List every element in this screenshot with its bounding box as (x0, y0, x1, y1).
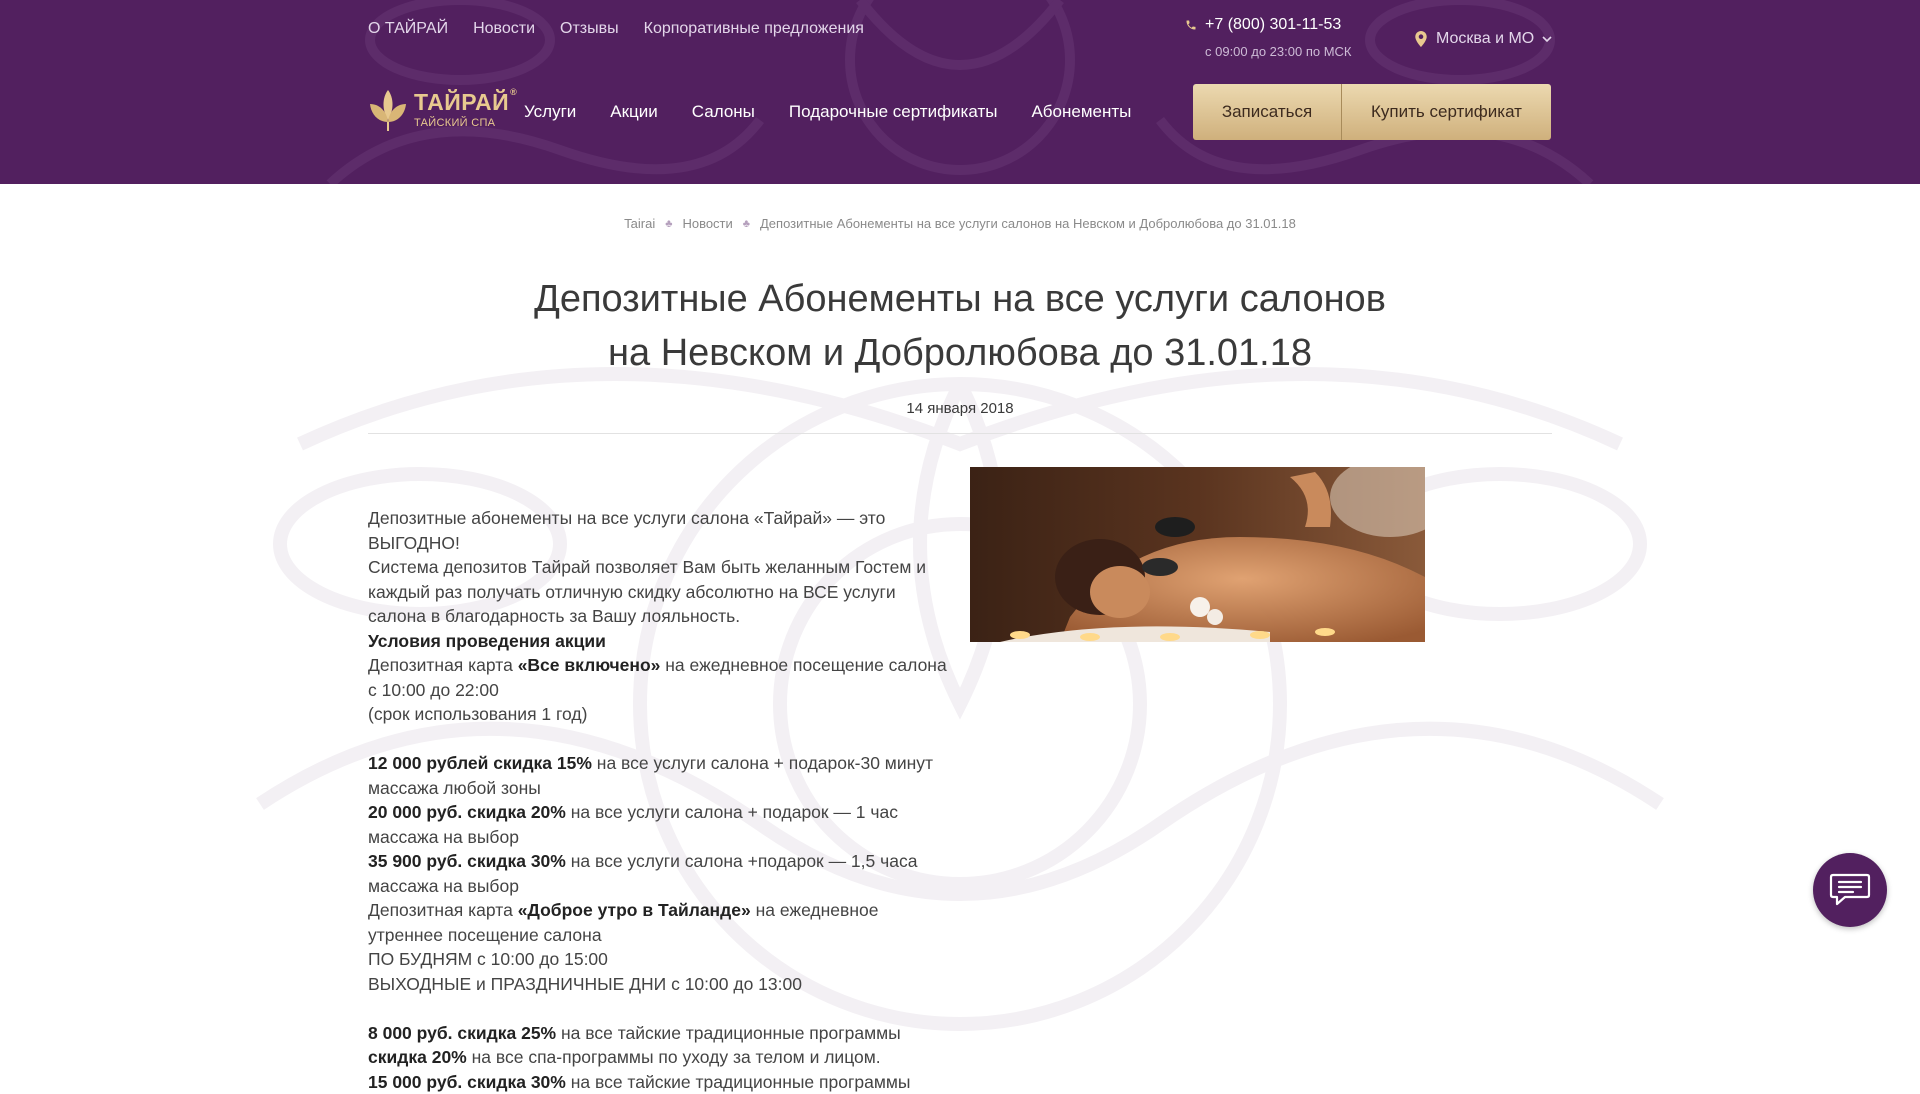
logo-subtitle: ТАЙСКИЙ СПА (414, 118, 509, 129)
top-link-corporate[interactable]: Корпоративные предложения (644, 18, 864, 40)
article-photo (970, 467, 1425, 642)
header-ornament (0, 0, 1920, 184)
main-nav: Услуги Акции Салоны Подарочные сертифика… (524, 100, 1131, 124)
weekday-hours: ПО БУДНЯМ с 10:00 до 15:00 (368, 947, 948, 972)
nav-subscriptions[interactable]: Абонементы (1031, 100, 1131, 124)
lotus-logo-icon (368, 88, 408, 132)
phone-number[interactable]: +7 (800) 301-11-53 (1205, 16, 1341, 34)
phone-hours: с 09:00 до 23:00 по МСК (1205, 44, 1352, 59)
book-button[interactable]: Записаться (1193, 84, 1342, 140)
divider (368, 433, 1552, 434)
nav-gift-certificates[interactable]: Подарочные сертификаты (789, 100, 998, 124)
publish-date: 14 января 2018 (0, 400, 1920, 417)
location-pin-icon (1414, 31, 1428, 47)
page-title: Депозитные Абонементы на все услуги сало… (420, 272, 1500, 380)
breadcrumb-separator-icon: ♣ (665, 218, 672, 230)
top-link-reviews[interactable]: Отзывы (560, 18, 619, 40)
nav-services[interactable]: Услуги (524, 100, 576, 124)
breadcrumb-current: Депозитные Абонементы на все услуги сало… (760, 216, 1296, 231)
chat-button[interactable] (1813, 853, 1887, 927)
weekend-hours: ВЫХОДНЫЕ и ПРАЗДНИЧНЫЕ ДНИ с 10:00 до 13… (368, 972, 948, 997)
offer-item: 8 000 руб. скидка 25% на все тайские тра… (368, 1021, 948, 1046)
phone-block[interactable]: +7 (800) 301-11-53 (1185, 16, 1341, 34)
top-links: О ТАЙРАЙ Новости Отзывы Корпоративные пр… (368, 18, 864, 40)
card-all-inclusive: Депозитная карта «Все включено» на ежедн… (368, 653, 948, 702)
site-logo[interactable]: ТАЙРАЙ® ТАЙСКИЙ СПА (368, 88, 509, 132)
logo-name: ТАЙРАЙ® (414, 91, 509, 114)
chevron-down-icon (1542, 35, 1552, 43)
city-label: Москва и МО (1436, 30, 1534, 48)
article-body: Депозитные абонементы на все услуги сало… (368, 506, 948, 1094)
offer-item: 20 000 руб. скидка 20% на все услуги сал… (368, 800, 948, 849)
breadcrumb-separator-icon: ♣ (743, 218, 750, 230)
city-selector[interactable]: Москва и МО (1414, 30, 1552, 48)
top-link-about[interactable]: О ТАЙРАЙ (368, 18, 448, 40)
nav-promotions[interactable]: Акции (610, 100, 658, 124)
top-link-news[interactable]: Новости (473, 18, 535, 40)
phone-icon (1185, 19, 1197, 31)
card-term: (срок использования 1 год) (368, 702, 948, 727)
site-header: О ТАЙРАЙ Новости Отзывы Корпоративные пр… (0, 0, 1920, 184)
nav-salons[interactable]: Салоны (692, 100, 755, 124)
intro-paragraph: Депозитные абонементы на все услуги сало… (368, 506, 948, 555)
offer-item: 15 000 руб. скидка 30% на все тайские тр… (368, 1070, 948, 1094)
spa-massage-photo (970, 467, 1425, 642)
cta-buttons: Записаться Купить сертификат (1193, 84, 1551, 140)
offer-item: скидка 20% на все спа-программы по уходу… (368, 1045, 948, 1070)
buy-certificate-button[interactable]: Купить сертификат (1342, 84, 1551, 140)
breadcrumb-home[interactable]: Tairai (624, 216, 655, 231)
conditions-heading: Условия проведения акции (368, 629, 948, 654)
description-paragraph: Система депозитов Тайрай позволяет Вам б… (368, 555, 948, 629)
breadcrumb-news[interactable]: Новости (682, 216, 732, 231)
chat-bubble-icon (1829, 871, 1871, 909)
offer-item: 35 900 руб. скидка 30% на все услуги сал… (368, 849, 948, 898)
offer-item: 12 000 рублей скидка 15% на все услуги с… (368, 751, 948, 800)
card-good-morning: Депозитная карта «Доброе утро в Тайланде… (368, 898, 948, 947)
breadcrumb: Tairai ♣ Новости ♣ Депозитные Абонементы… (0, 216, 1920, 231)
